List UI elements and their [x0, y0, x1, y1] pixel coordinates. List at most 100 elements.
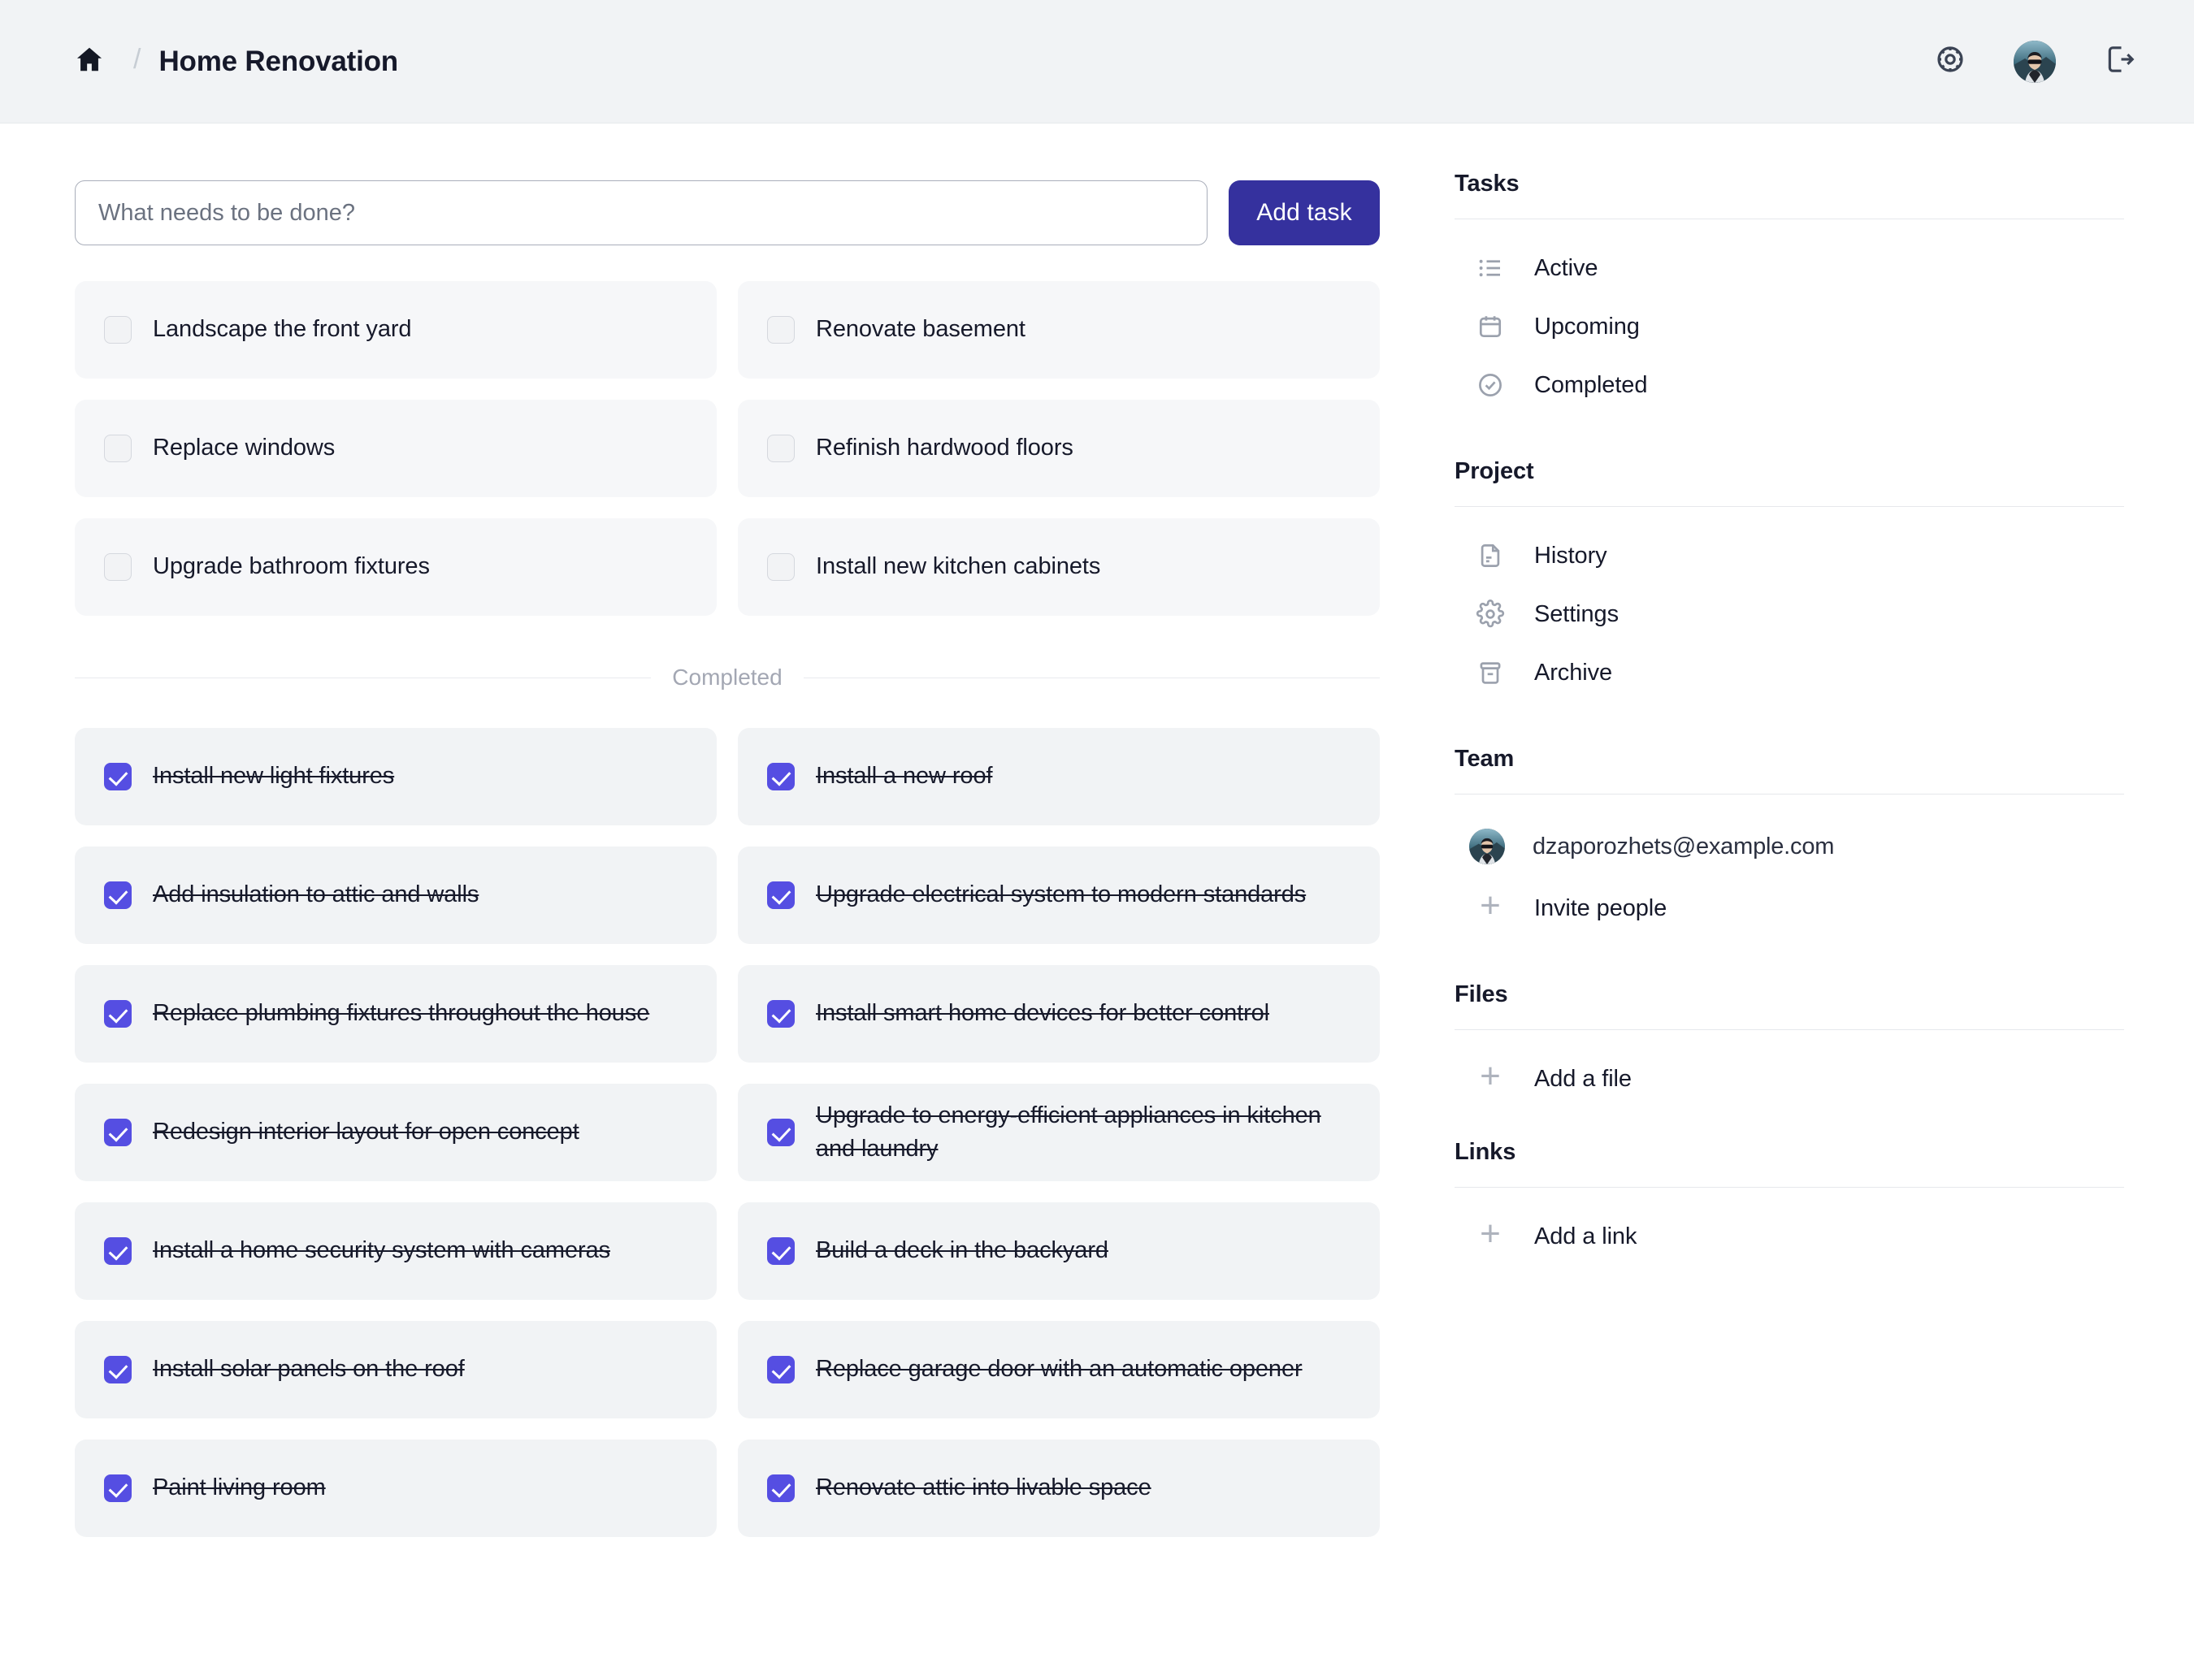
completed-task-card[interactable]: Install a home security system with came…: [75, 1202, 717, 1300]
task-checkbox[interactable]: [104, 435, 132, 462]
logout-button[interactable]: [2098, 41, 2140, 83]
completed-task-card[interactable]: Redesign interior layout for open concep…: [75, 1084, 717, 1181]
task-label: Renovate attic into livable space: [816, 1474, 1151, 1501]
task-label: Upgrade bathroom fixtures: [153, 553, 430, 580]
completed-task-card[interactable]: Replace plumbing fixtures throughout the…: [75, 965, 717, 1063]
completed-task-card[interactable]: Paint living room: [75, 1440, 717, 1537]
add-link-row[interactable]: + Add a link: [1455, 1207, 2124, 1266]
task-checkbox[interactable]: [767, 1000, 795, 1028]
breadcrumb: / Home Renovation: [67, 39, 398, 84]
task-checkbox[interactable]: [104, 1474, 132, 1502]
active-task-card[interactable]: Upgrade bathroom fixtures: [75, 518, 717, 616]
completed-task-card[interactable]: Upgrade to energy-efficient appliances i…: [738, 1084, 1380, 1181]
avatar[interactable]: [2014, 40, 2056, 83]
task-label: Install solar panels on the roof: [153, 1356, 465, 1383]
sidebar-item-label: Archive: [1534, 659, 1612, 686]
active-task-card[interactable]: Replace windows: [75, 400, 717, 497]
plus-icon: +: [1480, 1214, 1501, 1254]
active-task-card[interactable]: Install new kitchen cabinets: [738, 518, 1380, 616]
check-circle-icon: [1474, 369, 1507, 401]
sidebar-gap-2: [1455, 702, 2124, 746]
breadcrumb-separator: /: [133, 44, 141, 75]
sidebar-item-label: Settings: [1534, 600, 1619, 627]
app-header: / Home Renovation: [0, 0, 2194, 123]
task-label: Install a new roof: [816, 763, 993, 790]
active-task-card[interactable]: Refinish hardwood floors: [738, 400, 1380, 497]
add-file-row[interactable]: + Add a file: [1455, 1050, 2124, 1108]
completed-task-card[interactable]: Renovate attic into livable space: [738, 1440, 1380, 1537]
home-button[interactable]: [67, 39, 112, 84]
archive-icon: [1474, 656, 1507, 689]
gear-icon: [1474, 598, 1507, 630]
task-label: Replace plumbing fixtures throughout the…: [153, 1000, 650, 1027]
task-checkbox[interactable]: [104, 881, 132, 909]
active-task-card[interactable]: Renovate basement: [738, 281, 1380, 379]
completed-task-card[interactable]: Install smart home devices for better co…: [738, 965, 1380, 1063]
active-task-card[interactable]: Landscape the front yard: [75, 281, 717, 379]
task-label: Redesign interior layout for open concep…: [153, 1119, 579, 1145]
invite-people-row[interactable]: + Invite people: [1455, 879, 2124, 937]
task-checkbox[interactable]: [104, 553, 132, 581]
completed-task-card[interactable]: Install a new roof: [738, 728, 1380, 825]
task-label: Replace garage door with an automatic op…: [816, 1356, 1303, 1383]
sidebar-list-team: dzaporozhets@example.com + Invite people: [1455, 795, 2124, 937]
sidebar-item-completed[interactable]: Completed: [1455, 356, 2124, 414]
main-content: Add task Landscape the front yard Renovat…: [0, 123, 1455, 1680]
task-checkbox[interactable]: [767, 435, 795, 462]
task-checkbox[interactable]: [767, 1119, 795, 1146]
sidebar-item-label: Upcoming: [1534, 313, 1640, 340]
sidebar-section-tasks: Tasks Active Upcoming Completed: [1455, 171, 2124, 414]
task-checkbox[interactable]: [104, 1356, 132, 1383]
task-checkbox[interactable]: [767, 553, 795, 581]
task-checkbox[interactable]: [767, 763, 795, 790]
sidebar-heading-links: Links: [1455, 1139, 1516, 1165]
completed-task-card[interactable]: Build a deck in the backyard: [738, 1202, 1380, 1300]
user-avatar: [2014, 40, 2056, 83]
team-member-row[interactable]: dzaporozhets@example.com: [1455, 814, 2124, 879]
task-checkbox[interactable]: [104, 316, 132, 344]
task-checkbox[interactable]: [767, 881, 795, 909]
task-label: Install smart home devices for better co…: [816, 1000, 1270, 1027]
task-checkbox[interactable]: [767, 316, 795, 344]
task-checkbox[interactable]: [767, 1474, 795, 1502]
sidebar-list-tasks: Active Upcoming Completed: [1455, 219, 2124, 414]
header-actions: [1929, 40, 2140, 83]
sidebar: Tasks Active Upcoming Completed Project …: [1455, 123, 2194, 1680]
task-checkbox[interactable]: [767, 1356, 795, 1383]
sidebar-item-label: History: [1534, 542, 1607, 569]
sidebar-section-team: Team dzaporozhets@example.com + Invite p…: [1455, 746, 2124, 937]
completed-task-card[interactable]: Install solar panels on the roof: [75, 1321, 717, 1418]
member-email: dzaporozhets@example.com: [1533, 833, 1835, 859]
task-checkbox[interactable]: [104, 1119, 132, 1146]
sidebar-item-label: Active: [1534, 254, 1598, 281]
search-input[interactable]: [75, 180, 1208, 245]
sidebar-list-links: + Add a link: [1455, 1188, 2124, 1266]
completed-task-card[interactable]: Upgrade electrical system to modern stan…: [738, 846, 1380, 944]
task-label: Replace windows: [153, 435, 336, 461]
task-label: Paint living room: [153, 1474, 326, 1501]
sidebar-item-active[interactable]: Active: [1455, 239, 2124, 297]
completed-task-card[interactable]: Add insulation to attic and walls: [75, 846, 717, 944]
sidebar-item-upcoming[interactable]: Upcoming: [1455, 297, 2124, 356]
task-checkbox[interactable]: [767, 1237, 795, 1265]
sidebar-item-settings[interactable]: Settings: [1455, 585, 2124, 643]
task-checkbox[interactable]: [104, 1000, 132, 1028]
task-label: Upgrade electrical system to modern stan…: [816, 881, 1307, 908]
sidebar-item-archive[interactable]: Archive: [1455, 643, 2124, 702]
sidebar-section-project: Project History Settings Archive: [1455, 458, 2124, 702]
completed-task-card[interactable]: Replace garage door with an automatic op…: [738, 1321, 1380, 1418]
document-icon: [1474, 539, 1507, 572]
task-label: Upgrade to energy-efficient appliances i…: [816, 1102, 1321, 1162]
task-label: Build a deck in the backyard: [816, 1237, 1108, 1264]
list-icon: [1474, 252, 1507, 284]
settings-button[interactable]: [1929, 41, 1971, 83]
sidebar-heading-tasks: Tasks: [1455, 171, 1520, 197]
task-checkbox[interactable]: [104, 1237, 132, 1265]
completed-task-card[interactable]: Install new light fixtures: [75, 728, 717, 825]
task-checkbox[interactable]: [104, 763, 132, 790]
add-task-button[interactable]: Add task: [1229, 180, 1380, 245]
task-label: Install new light fixtures: [153, 763, 395, 790]
home-icon: [74, 44, 105, 79]
sidebar-list-project: History Settings Archive: [1455, 507, 2124, 702]
sidebar-item-history[interactable]: History: [1455, 526, 2124, 585]
